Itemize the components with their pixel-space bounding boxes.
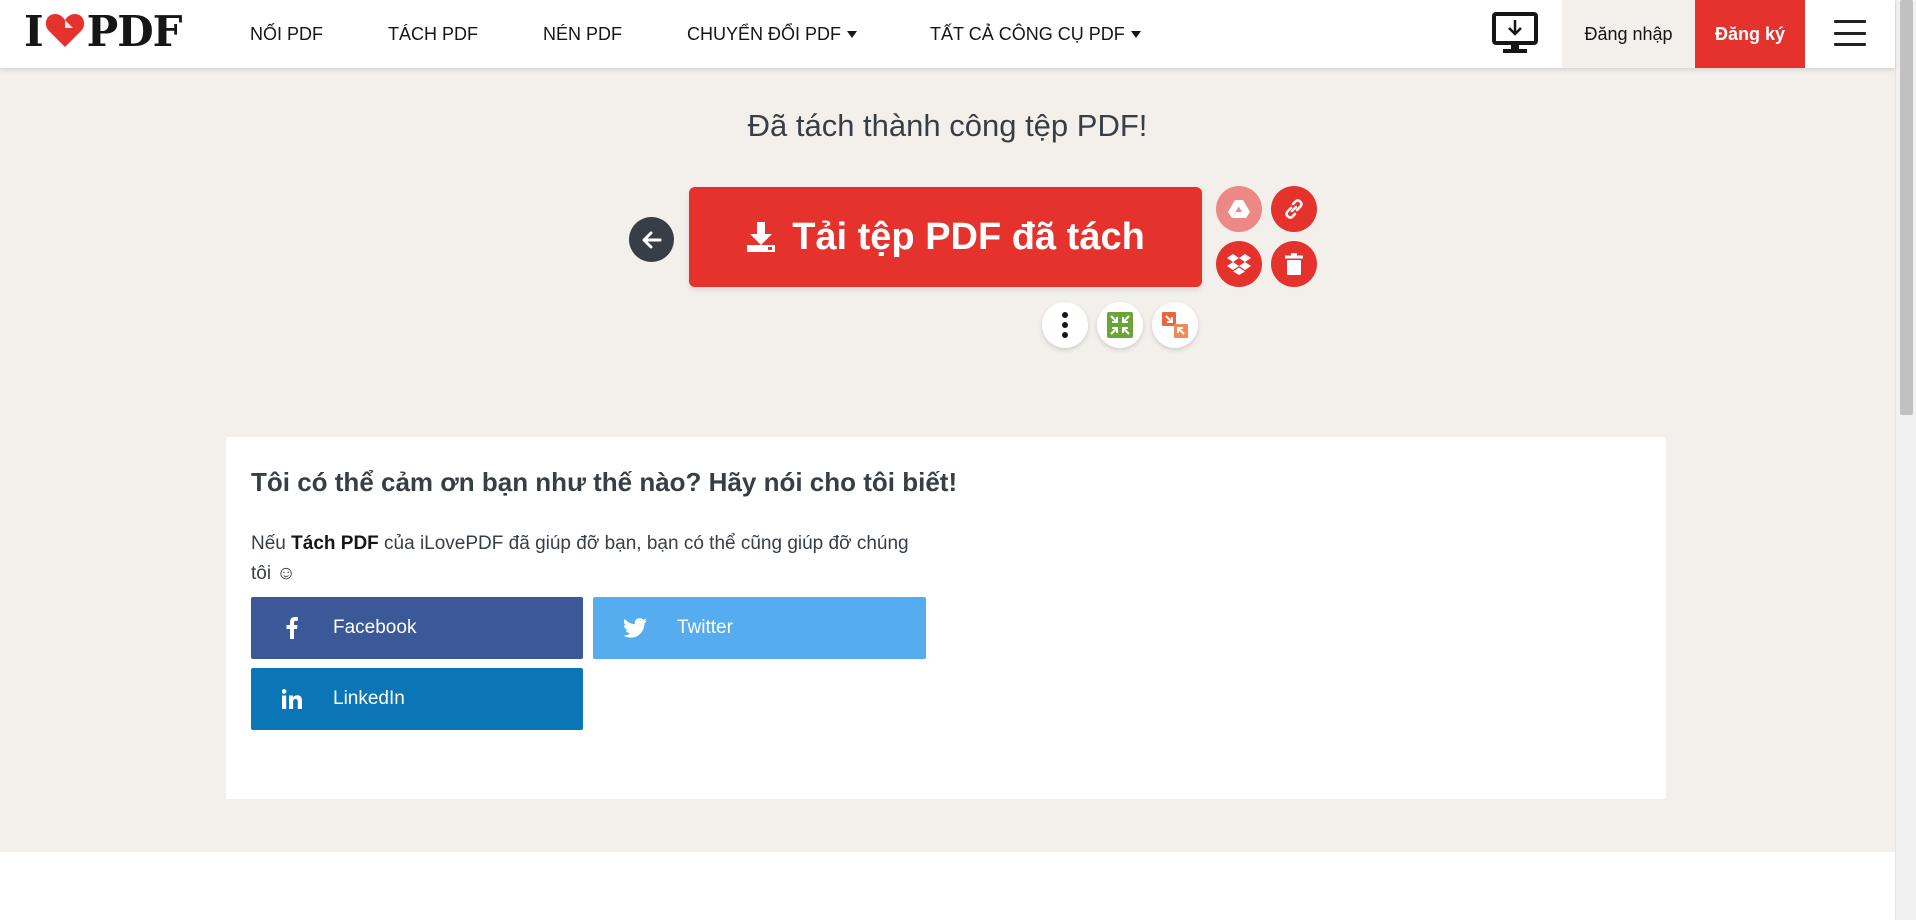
nav-convert-pdf[interactable]: CHUYỂN ĐỔI PDF — [687, 23, 858, 45]
share-card: Tôi có thể cảm ơn bạn như thế nào? Hãy n… — [226, 437, 1666, 799]
share-facebook-button[interactable]: Facebook — [251, 597, 583, 659]
delete-button[interactable] — [1271, 241, 1317, 287]
download-icon — [747, 222, 776, 252]
nav-label: NÉN PDF — [543, 23, 623, 44]
facebook-label: Facebook — [333, 617, 417, 638]
save-to-dropbox-button[interactable] — [1216, 241, 1262, 287]
more-options-button[interactable] — [1042, 302, 1088, 348]
caret-down-icon — [1130, 31, 1141, 38]
share-card-title: Tôi có thể cảm ơn bạn như thế nào? Hãy n… — [251, 467, 958, 497]
nav-merge-pdf[interactable]: NỐI PDF — [250, 24, 323, 45]
compress-pdf-icon — [1107, 312, 1133, 338]
arrow-left-icon — [642, 231, 661, 248]
login-button[interactable]: Đăng nhập — [1562, 0, 1695, 68]
nav-compress-pdf[interactable]: NÉN PDF — [543, 24, 622, 45]
save-to-google-drive-button[interactable] — [1216, 186, 1262, 232]
nav-label: TẤT CẢ CÔNG CỤ PDF — [930, 23, 1125, 44]
ilovepdf-logo[interactable]: I PDF — [24, 7, 183, 56]
nav-split-pdf[interactable]: TÁCH PDF — [388, 24, 478, 45]
main-nav: NỐI PDF TÁCH PDF NÉN PDF CHUYỂN ĐỔI PDF … — [250, 0, 1141, 68]
compress-pdf-tool-button[interactable] — [1097, 302, 1143, 348]
link-icon — [1285, 199, 1303, 219]
share-card-text: Nếu Tách PDF của iLovePDF đã giúp đỡ bạn… — [251, 529, 911, 589]
twitter-label: Twitter — [677, 617, 733, 638]
facebook-icon — [251, 617, 333, 639]
trash-icon — [1285, 253, 1303, 275]
split-pdf-icon — [1162, 312, 1188, 338]
linkedin-label: LinkedIn — [333, 688, 405, 709]
nav-label: CHUYỂN ĐỔI PDF — [687, 23, 842, 44]
desktop-download-icon — [1492, 12, 1538, 53]
footer-area — [0, 852, 1895, 920]
split-pdf-tool-button[interactable] — [1152, 302, 1198, 348]
nav-label: TÁCH PDF — [388, 23, 479, 44]
hamburger-menu-icon[interactable] — [1834, 18, 1866, 48]
download-split-pdf-button[interactable]: Tải tệp PDF đã tách — [689, 187, 1202, 287]
dropbox-icon — [1227, 254, 1251, 275]
heart-icon — [45, 12, 85, 53]
nav-label: NỐI PDF — [250, 23, 324, 44]
signup-button[interactable]: Đăng ký — [1695, 0, 1805, 68]
tool-name: Tách PDF — [291, 533, 379, 554]
linkedin-icon — [251, 689, 333, 709]
nav-all-tools[interactable]: TẤT CẢ CÔNG CỤ PDF — [930, 24, 1141, 45]
logo-text-right: PDF — [86, 7, 183, 56]
page-title: Đã tách thành công tệp PDF! — [747, 108, 1148, 143]
top-navbar: I PDF NỐI PDF TÁCH PDF NÉN PDF CHUYỂN ĐỔ… — [0, 0, 1895, 68]
logo-text-left: I — [24, 7, 44, 56]
caret-down-icon — [847, 31, 858, 38]
vertical-scrollbar[interactable] — [1895, 0, 1916, 920]
share-twitter-button[interactable]: Twitter — [593, 597, 926, 659]
share-text-before: Nếu — [251, 533, 292, 554]
scrollbar-thumb[interactable] — [1900, 0, 1913, 415]
twitter-icon — [593, 618, 677, 638]
download-label: Tải tệp PDF đã tách — [792, 215, 1145, 258]
copy-link-button[interactable] — [1271, 186, 1317, 232]
google-drive-icon — [1228, 200, 1250, 218]
more-vertical-icon — [1062, 312, 1068, 338]
back-button[interactable] — [629, 217, 674, 262]
share-linkedin-button[interactable]: LinkedIn — [251, 668, 583, 730]
desktop-app-download-button[interactable] — [1490, 10, 1540, 56]
